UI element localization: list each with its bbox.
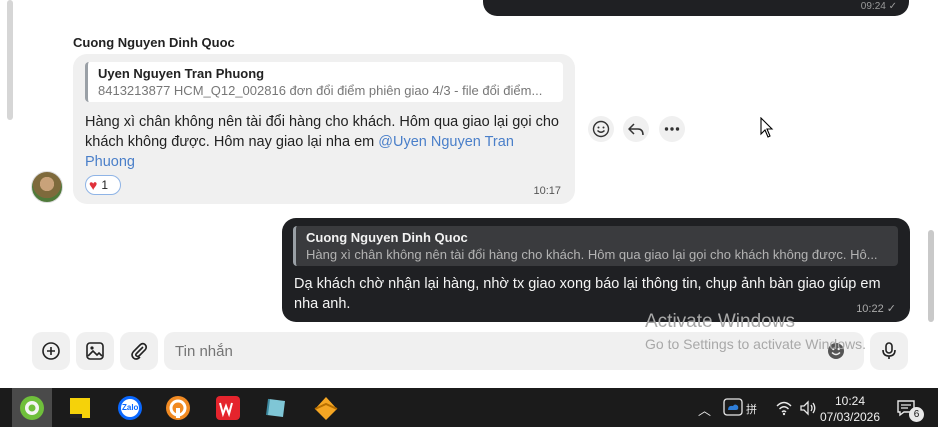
cloud-icon [723,398,743,416]
sticky-notes-icon [70,398,90,418]
emoji-button[interactable] [826,341,846,366]
message-text: Dạ khách chờ nhận lại hàng, nhờ tx giao … [294,276,881,312]
taskbar-app-ultraviewer[interactable] [164,394,192,422]
clock-time: 10:24 [834,394,866,408]
tray-cloud[interactable] [719,393,747,421]
heart-icon: ♥ [89,177,98,193]
sender-name: Cuong Nguyen Dinh Quoc [73,35,235,50]
more-icon [664,127,680,131]
react-button[interactable] [588,116,614,142]
microphone-icon [882,342,896,359]
ime-indicator[interactable]: 拼 [746,401,757,417]
taskbar-app-sublime[interactable] [312,394,340,422]
quoted-text: Hàng xì chân không nên tài đổi hàng cho … [306,247,878,262]
taskbar-app-coccoc[interactable] [12,388,52,427]
mouse-cursor-icon [760,117,774,138]
notebook-icon [266,398,285,417]
coc-coc-icon [20,395,44,420]
add-button[interactable] [32,332,70,370]
message-time: 10:17 [533,185,561,197]
ultraviewer-icon [166,396,190,420]
left-scrollbar[interactable] [0,0,20,388]
volume-icon [800,400,816,416]
plus-circle-icon [42,342,60,360]
incoming-message[interactable]: Uyen Nguyen Tran Phuong 8413213877 HCM_Q… [73,54,575,204]
left-scroll-thumb[interactable] [7,0,13,120]
reaction-badge[interactable]: ♥ 1 [85,175,121,195]
notification-count: 6 [909,407,924,422]
taskbar: Zalo ︿ 拼 10:24 07/03/2026 6 [0,388,938,427]
quoted-sender: Cuong Nguyen Dinh Quoc [306,230,468,245]
chat-scrollbar[interactable] [928,230,934,322]
quoted-sender: Uyen Nguyen Tran Phuong [98,66,265,81]
send-image-button[interactable] [76,332,114,370]
voice-message-button[interactable] [870,332,908,370]
attach-file-button[interactable] [120,332,158,370]
quoted-message[interactable]: Cuong Nguyen Dinh Quoc Hàng xì chân khôn… [293,226,898,266]
message-time: 09:24 ✓ [860,1,897,12]
wps-office-icon [216,396,240,420]
outgoing-message[interactable]: Cuong Nguyen Dinh Quoc Hàng xì chân khôn… [282,218,910,322]
quoted-text: 8413213877 HCM_Q12_002816 đơn đổi điểm p… [98,83,543,98]
taskbar-app-sticky-notes[interactable] [66,394,94,422]
message-time: 10:22 ✓ [856,303,896,315]
paperclip-icon [131,342,148,360]
emoji-icon [828,343,844,359]
message-input[interactable] [164,332,864,370]
wifi-icon [776,401,792,416]
taskbar-app-wps[interactable] [214,394,242,422]
chat-window: 09:24 ✓ Cuong Nguyen Dinh Quoc Uyen Nguy… [0,0,938,388]
reply-icon [628,123,644,136]
clock-date: 07/03/2026 [819,410,881,424]
message-text: Hàng xì chân không nên tài đổi hàng cho … [85,114,559,170]
quoted-message[interactable]: Uyen Nguyen Tran Phuong 8413213877 HCM_Q… [85,62,563,102]
system-clock[interactable]: 10:24 07/03/2026 [818,393,882,425]
reply-button[interactable] [623,116,649,142]
zalo-label: Zalo [122,403,139,412]
previous-outgoing-message[interactable]: 09:24 ✓ [483,0,909,16]
show-hidden-icons-chevron-icon[interactable]: ︿ [698,400,711,419]
reaction-count: 1 [101,178,108,192]
sublime-icon [314,397,338,420]
more-options-button[interactable] [659,116,685,142]
taskbar-app-notebook[interactable] [262,394,290,422]
image-icon [86,342,104,360]
smiley-icon [592,120,610,138]
avatar[interactable] [31,171,63,203]
taskbar-app-zalo[interactable]: Zalo [116,394,144,422]
notification-center[interactable]: 6 [892,394,924,422]
